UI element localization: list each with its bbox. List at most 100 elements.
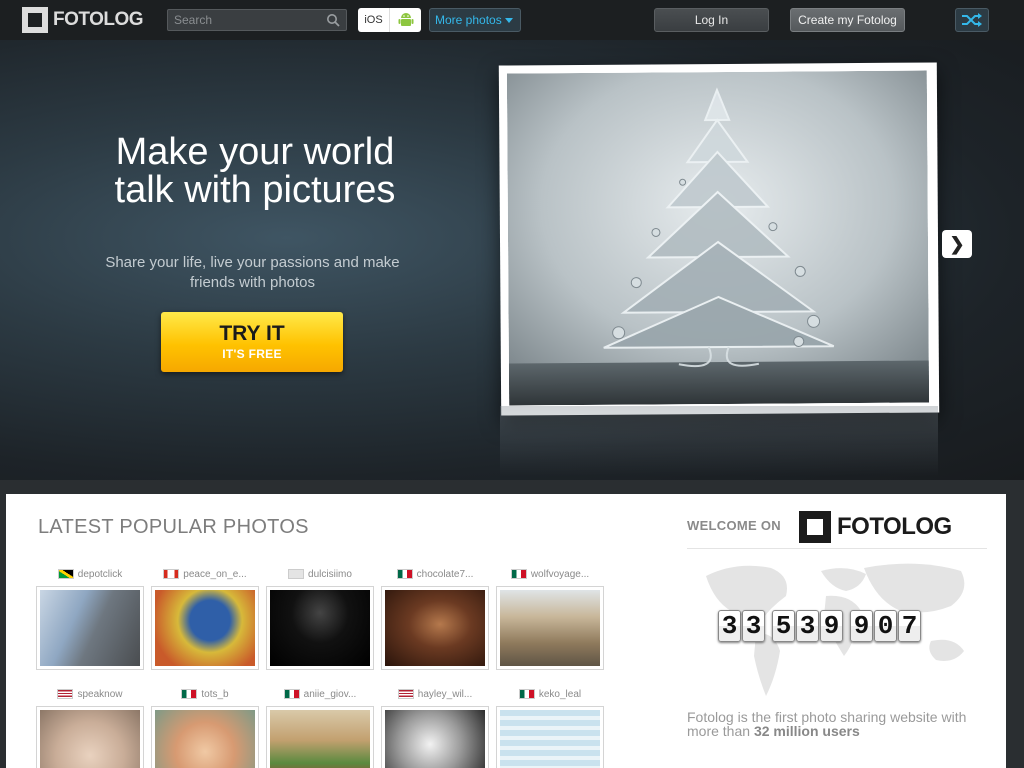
- flag-icon: [163, 569, 180, 579]
- photo-thumbnail[interactable]: [496, 586, 604, 670]
- android-app-link[interactable]: [390, 8, 421, 32]
- brand-text: FOTOLOG: [837, 513, 952, 540]
- main-content: LATEST POPULAR PHOTOS depotclick peace_o…: [6, 494, 1006, 768]
- thumbnail-image: [40, 710, 140, 768]
- photo-card[interactable]: aniie_giov...: [266, 686, 374, 768]
- shuffle-icon: [962, 13, 982, 27]
- flag-icon: [396, 569, 413, 579]
- divider: [687, 548, 987, 549]
- thumbnail-image: [155, 590, 255, 666]
- photo-thumbnail[interactable]: [266, 586, 374, 670]
- photo-username[interactable]: keko_leal: [539, 689, 581, 700]
- more-photos-label: More photos: [435, 13, 502, 27]
- photo-card[interactable]: dulcisiimo: [266, 566, 374, 670]
- thumbnail-image: [270, 710, 370, 768]
- search-input[interactable]: [168, 10, 318, 30]
- try-it-label: TRY IT: [219, 322, 285, 345]
- photo-username[interactable]: tots_b: [201, 689, 228, 700]
- top-navigation-bar: FOTOLOG iOS More photos Log In Create m: [0, 0, 1024, 40]
- flag-icon: [283, 689, 300, 699]
- try-it-button[interactable]: TRY IT IT'S FREE: [161, 312, 343, 372]
- photo-card[interactable]: wolfvoyage...: [496, 566, 604, 670]
- photo-username[interactable]: aniie_giov...: [304, 689, 357, 700]
- counter-digit: 9: [850, 610, 873, 642]
- hero-subtitle: Share your life, live your passions and …: [95, 253, 410, 293]
- login-button[interactable]: Log In: [654, 8, 769, 32]
- featured-photo: [506, 70, 930, 406]
- photo-card[interactable]: depotclick: [36, 566, 144, 670]
- photo-user-label: keko_leal: [496, 686, 604, 702]
- photo-user-label: peace_on_e...: [151, 566, 259, 582]
- hero-subtitle-line-2: friends with photos: [189, 274, 316, 291]
- welcome-label: WELCOME ON: [687, 518, 781, 533]
- photo-username[interactable]: chocolate7...: [417, 569, 474, 580]
- create-fotolog-button[interactable]: Create my Fotolog: [790, 8, 905, 32]
- photo-username[interactable]: dulcisiimo: [308, 569, 352, 580]
- search-box: [167, 9, 347, 31]
- photo-card[interactable]: speaknow: [36, 686, 144, 768]
- thumbnail-image: [385, 590, 485, 666]
- photo-username[interactable]: depotclick: [78, 569, 122, 580]
- photo-thumbnail[interactable]: [151, 586, 259, 670]
- counter-digit: 9: [820, 610, 843, 642]
- fotolog-tagline: Fotolog is the first photo sharing websi…: [687, 710, 987, 738]
- fotolog-logo[interactable]: FOTOLOG: [22, 7, 144, 33]
- counter-digit: 3: [742, 610, 765, 642]
- flag-icon: [57, 689, 74, 699]
- android-icon: [398, 13, 413, 26]
- counter-digit: 5: [772, 610, 795, 642]
- frame-reflection: [500, 406, 938, 476]
- photo-user-label: speaknow: [36, 686, 144, 702]
- counter-digit: 3: [718, 610, 741, 642]
- photo-thumbnail[interactable]: [496, 706, 604, 768]
- photo-username[interactable]: wolfvoyage...: [531, 569, 589, 580]
- flag-icon: [288, 569, 305, 579]
- user-counter: 3 3 5 3 9 9 0 7: [718, 610, 922, 642]
- flag-icon: [57, 569, 74, 579]
- thumbnail-image: [500, 590, 600, 666]
- photo-username[interactable]: peace_on_e...: [183, 569, 246, 580]
- mobile-apps: iOS: [358, 8, 421, 32]
- more-photos-dropdown[interactable]: More photos: [429, 8, 521, 32]
- photo-thumbnail[interactable]: [266, 706, 374, 768]
- photo-user-label: tots_b: [151, 686, 259, 702]
- fotolog-brand-logo: FOTOLOG: [799, 511, 952, 543]
- chevron-down-icon: [504, 17, 513, 23]
- shuffle-button[interactable]: [955, 8, 989, 32]
- photo-username[interactable]: speaknow: [77, 689, 122, 700]
- photo-thumbnail[interactable]: [151, 706, 259, 768]
- thumbnail-image: [500, 710, 600, 768]
- tagline-highlight: 32 million users: [753, 723, 860, 739]
- photo-thumbnail[interactable]: [381, 586, 489, 670]
- photo-card[interactable]: tots_b: [151, 686, 259, 768]
- photo-thumbnail[interactable]: [381, 706, 489, 768]
- photo-user-label: chocolate7...: [381, 566, 489, 582]
- photo-user-label: aniie_giov...: [266, 686, 374, 702]
- flag-icon: [518, 689, 535, 699]
- flag-icon: [397, 689, 414, 699]
- photo-card[interactable]: hayley_wil...: [381, 686, 489, 768]
- photo-card[interactable]: chocolate7...: [381, 566, 489, 670]
- search-icon[interactable]: [326, 13, 340, 27]
- thumbnail-image: [40, 590, 140, 666]
- thumbnail-image: [270, 590, 370, 666]
- photo-user-label: depotclick: [36, 566, 144, 582]
- photo-thumbnail[interactable]: [36, 586, 144, 670]
- ios-app-link[interactable]: iOS: [358, 8, 390, 32]
- photo-username[interactable]: hayley_wil...: [418, 689, 472, 700]
- hero-title-line-2: talk with pictures: [114, 169, 396, 211]
- photo-card[interactable]: peace_on_e...: [151, 566, 259, 670]
- hero-banner: Make your world talk with pictures Share…: [0, 40, 1024, 480]
- counter-digit: 3: [796, 610, 819, 642]
- photo-user-label: wolfvoyage...: [496, 566, 604, 582]
- next-slide-button[interactable]: ❯: [942, 230, 972, 258]
- photo-card[interactable]: keko_leal: [496, 686, 604, 768]
- photo-thumbnail[interactable]: [36, 706, 144, 768]
- ios-label: iOS: [364, 14, 383, 26]
- logo-text: FOTOLOG: [53, 9, 144, 30]
- hero-title-line-1: Make your world: [115, 131, 395, 173]
- thumbnail-image: [155, 710, 255, 768]
- featured-photo-frame[interactable]: [498, 62, 940, 416]
- logo-square-icon: [799, 511, 831, 543]
- thumbnail-image: [385, 710, 485, 768]
